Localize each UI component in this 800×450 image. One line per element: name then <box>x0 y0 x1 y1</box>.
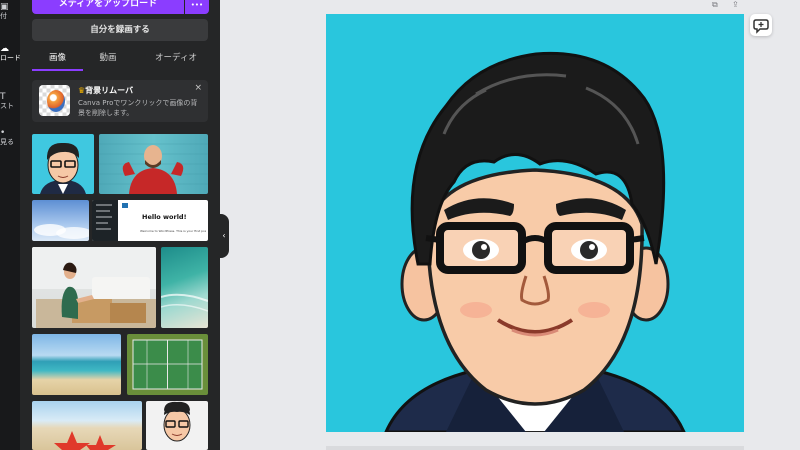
image-thumbnail-sky[interactable] <box>32 200 89 241</box>
rail-item-label: ロード <box>0 54 21 62</box>
text-icon: T <box>0 92 6 102</box>
image-thumbnail-beach[interactable] <box>32 334 121 395</box>
upload-icon: ☁ <box>0 44 9 54</box>
rail-item-upload[interactable]: ☁ ロード <box>0 44 21 63</box>
tab-audio[interactable]: オーディオ <box>144 48 208 70</box>
background-remover-promo[interactable]: ♛背景リムーバ Canva Proでワンクリックで画像の背景を削除します。 × <box>32 80 208 122</box>
add-page-icon[interactable]: ⇪ <box>732 0 742 9</box>
image-thumbnail-woman-boxes[interactable] <box>32 247 156 328</box>
image-thumbnail-man-red[interactable] <box>99 134 208 194</box>
rail-item-label: スト <box>0 102 14 110</box>
caricature-illustration <box>384 51 686 432</box>
rail-item-label: 見る <box>0 138 14 146</box>
editor-window: ▣ 付 ☁ ロード T スト • 見る メディアをアップロード ••• 自分を録… <box>0 0 800 450</box>
image-thumbnail-starfish[interactable] <box>32 401 142 450</box>
rail-item-label: 付 <box>0 12 7 20</box>
tab-videos[interactable]: 動画 <box>88 48 128 70</box>
more-icon: ••• <box>190 1 204 9</box>
hello-world-heading: Hello world! <box>142 213 187 221</box>
upload-button-group: メディアをアップロード ••• <box>32 0 228 14</box>
image-thumbnail-ocean-aerial[interactable] <box>161 247 208 328</box>
image-thumbnail-caricature[interactable] <box>32 134 94 194</box>
promo-title: ♛背景リムーバ <box>78 85 133 96</box>
design-canvas[interactable] <box>326 14 744 432</box>
hello-world-body: Welcome to WordPress. This is your first… <box>140 229 206 233</box>
chevron-left-icon: ‹ <box>222 231 226 240</box>
wp-admin-sidebar <box>92 200 118 241</box>
promo-description: Canva Proでワンクリックで画像の背景を削除します。 <box>78 99 198 117</box>
rail-item-template[interactable]: ▣ 付 <box>0 2 20 21</box>
left-rail: ▣ 付 ☁ ロード T スト • 見る <box>0 0 21 450</box>
duplicate-page-icon[interactable]: ⧉ <box>712 0 722 9</box>
tab-images[interactable]: 画像 <box>32 48 83 70</box>
promo-thumbnail <box>39 85 70 116</box>
uploads-panel: メディアをアップロード ••• 自分を録画する 画像 動画 オーディオ ♛背景リ… <box>20 0 220 450</box>
upload-options-button[interactable]: ••• <box>185 0 209 14</box>
close-icon[interactable]: × <box>194 83 202 93</box>
next-page-preview[interactable] <box>326 446 744 450</box>
image-thumbnail-caricature-small[interactable] <box>146 401 208 450</box>
rail-item-more[interactable]: • 見る <box>0 128 20 147</box>
rail-item-text[interactable]: T スト <box>0 92 20 111</box>
promo-title-text: 背景リムーバ <box>85 86 134 95</box>
active-tab-indicator <box>32 69 83 71</box>
record-yourself-button[interactable]: 自分を録画する <box>32 19 208 41</box>
upload-media-button[interactable]: メディアをアップロード <box>32 0 184 14</box>
add-comment-button[interactable] <box>750 14 772 36</box>
comment-icon <box>753 19 769 34</box>
collapse-panel-button[interactable]: ‹ <box>219 214 229 258</box>
image-thumbnail-hello-world[interactable]: Hello world! Welcome to WordPress. This … <box>92 200 208 241</box>
media-tabs: 画像 動画 オーディオ <box>32 48 208 72</box>
upload-media-label: メディアをアップロード <box>58 0 158 9</box>
template-icon: ▣ <box>0 2 9 12</box>
image-thumbnail-tennis-court[interactable] <box>127 334 208 395</box>
more-icon: • <box>0 128 6 138</box>
